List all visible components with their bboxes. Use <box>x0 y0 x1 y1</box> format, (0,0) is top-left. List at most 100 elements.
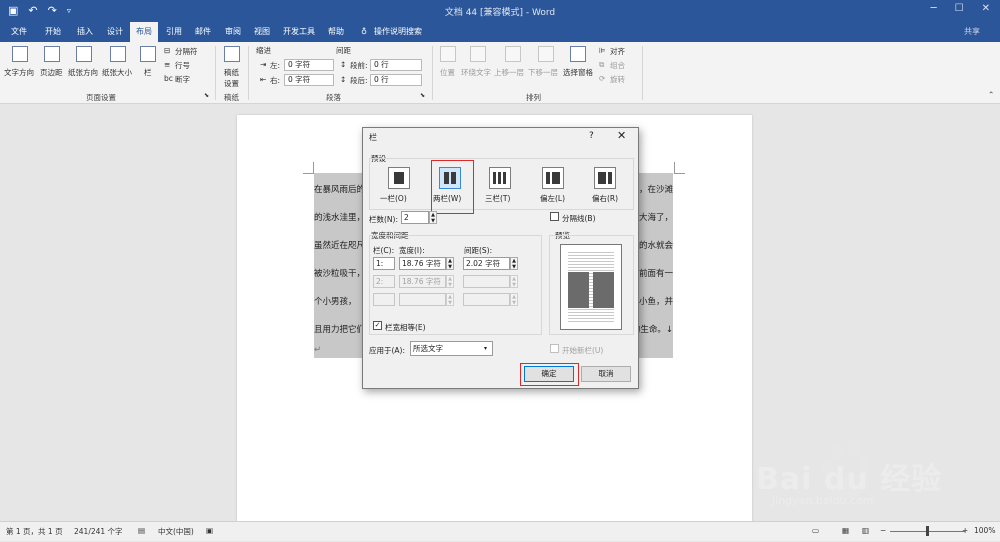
preset-one-label: 一栏(O) <box>380 194 407 203</box>
three-columns-icon-bar <box>498 172 501 184</box>
preview-page <box>560 244 622 330</box>
tab-developer[interactable]: 开发工具 <box>278 22 320 42</box>
indent-left-label: 左: <box>270 61 281 70</box>
tab-design[interactable]: 设计 <box>100 22 130 42</box>
tab-mailings[interactable]: 邮件 <box>188 22 218 42</box>
cancel-button[interactable]: 取消 <box>581 366 631 382</box>
orientation-button[interactable]: 纸张方向 <box>68 67 98 78</box>
tab-file[interactable]: 文件 <box>4 22 34 42</box>
document-title: 文档 44 [兼容模式] - Word <box>444 8 556 18</box>
ribbon-separator <box>432 46 433 100</box>
indent-left-input[interactable]: 0 字符 <box>284 59 334 71</box>
paragraph-launcher-icon[interactable]: ⬊ <box>420 92 425 99</box>
page-count[interactable]: 第 1 页，共 1 页 <box>6 526 63 537</box>
page-size-button[interactable]: 纸张大小 <box>102 67 132 78</box>
tab-home[interactable]: 开始 <box>38 22 68 42</box>
preset-one-column[interactable] <box>388 167 410 189</box>
ribbon: 文字方向 页边距 纸张方向 纸张大小 栏 ⊟ 分隔符 ≡ 行号 bc 断字 页面… <box>0 42 1000 104</box>
line-between-checkbox[interactable] <box>550 212 559 221</box>
num-columns-spinner[interactable]: ▲ ▼ <box>429 211 437 224</box>
col-spacing-input[interactable]: 2.02 字符 <box>463 257 510 270</box>
preset-left[interactable] <box>542 167 564 189</box>
highlight-box-ok <box>520 363 579 386</box>
collapse-ribbon-icon[interactable]: ⌃ <box>988 90 994 99</box>
tab-view[interactable]: 视图 <box>248 22 276 42</box>
col-num-cell <box>373 293 395 306</box>
col-width-input[interactable]: 18.76 字符 <box>399 257 446 270</box>
tab-insert[interactable]: 插入 <box>70 22 100 42</box>
num-columns-label: 栏数(N): <box>369 215 398 224</box>
close-icon[interactable]: ✕ <box>617 129 626 142</box>
col-width-input[interactable]: 18.76 字符 <box>399 275 446 288</box>
hyphenation-button[interactable]: 断字 <box>175 74 190 85</box>
num-columns-input[interactable]: 2 <box>401 211 429 224</box>
align-button[interactable]: 对齐 <box>610 46 625 57</box>
apply-to-select[interactable]: 所选文字 <box>410 341 493 356</box>
language-indicator[interactable]: 中文(中国) <box>158 526 194 537</box>
col-spacing-spinner[interactable]: ▲ ▼ <box>510 257 518 270</box>
margins-button[interactable]: 页边距 <box>40 67 63 78</box>
columns-dialog: 栏 ? ✕ 预设 一栏(O) 两栏(W) 三栏(T) 偏左(L) 偏右(R) 栏… <box>362 127 639 389</box>
space-before-icon: ↕ <box>340 60 347 69</box>
help-button[interactable]: ? <box>589 131 594 141</box>
text-line: 被沙粒吸干， <box>314 269 366 279</box>
tab-references[interactable]: 引用 <box>160 22 188 42</box>
title-bar: ▣ ↶ ↷ ▿ 文档 44 [兼容模式] - Word ─ ☐ ✕ <box>0 0 1000 22</box>
proofing-icon[interactable]: ▤ <box>138 526 145 535</box>
col-spacing-input[interactable] <box>463 293 510 306</box>
maximize-icon[interactable]: ☐ <box>955 3 964 14</box>
bring-forward-button[interactable]: 上移一层 <box>494 67 524 78</box>
wrap-text-button[interactable]: 环绕文字 <box>461 67 491 78</box>
preset-three-columns[interactable] <box>489 167 511 189</box>
draft-group-label: 稿纸 <box>224 93 239 102</box>
selection-pane-button[interactable]: 选择窗格 <box>563 67 593 78</box>
position-button[interactable]: 位置 <box>440 67 455 78</box>
preset-right[interactable] <box>594 167 616 189</box>
text-line: 前面有一 <box>638 269 673 279</box>
three-columns-icon-bar <box>503 172 506 184</box>
equal-width-checkbox[interactable]: ✓ <box>373 321 382 330</box>
rotate-button[interactable]: 旋转 <box>610 74 625 85</box>
col-width-input[interactable] <box>399 293 446 306</box>
col-spacing-input[interactable] <box>463 275 510 288</box>
close-window-icon[interactable]: ✕ <box>982 3 990 14</box>
columns-button[interactable]: 栏 <box>144 67 152 78</box>
col-spacing-spinner[interactable]: ▲ ▼ <box>510 275 518 288</box>
macro-icon[interactable]: ▣ <box>206 526 213 535</box>
crop-mark <box>674 162 675 173</box>
send-backward-button[interactable]: 下移一层 <box>528 67 558 78</box>
space-before-input[interactable]: 0 行 <box>370 59 422 71</box>
indent-right-input[interactable]: 0 字符 <box>284 74 334 86</box>
col-num-cell: 1: <box>373 257 395 270</box>
group-button[interactable]: 组合 <box>610 60 625 71</box>
breaks-button[interactable]: 分隔符 <box>175 46 198 57</box>
space-after-input[interactable]: 0 行 <box>370 74 422 86</box>
col-width-spinner[interactable]: ▲ ▼ <box>446 293 454 306</box>
left-column-icon <box>546 172 550 184</box>
tab-review[interactable]: 审阅 <box>218 22 248 42</box>
minimize-icon[interactable]: ─ <box>931 3 937 14</box>
one-column-icon <box>394 172 404 184</box>
col-width-spinner[interactable]: ▲ ▼ <box>446 257 454 270</box>
tab-help[interactable]: 帮助 <box>322 22 350 42</box>
share-button[interactable]: 共享 <box>952 22 992 42</box>
draft-paper-button[interactable]: 稿纸设置 <box>224 67 244 89</box>
page-setup-launcher-icon[interactable]: ⬊ <box>204 92 209 99</box>
tab-layout[interactable]: 布局 <box>130 22 158 42</box>
start-new-column-checkbox[interactable] <box>550 344 559 353</box>
ribbon-separator <box>642 46 643 100</box>
text-direction-button[interactable]: 文字方向 <box>4 67 34 78</box>
orientation-icon <box>76 46 92 62</box>
word-count[interactable]: 241/241 个字 <box>74 526 123 537</box>
crop-mark <box>674 173 685 174</box>
baidu-watermark: Bai du 经验 jingyan.baidu.com <box>750 430 995 540</box>
page-size-icon <box>110 46 126 62</box>
col-spacing-spinner[interactable]: ▲ ▼ <box>510 293 518 306</box>
line-numbers-button[interactable]: 行号 <box>175 60 190 71</box>
preset-right-label: 偏右(R) <box>592 194 619 203</box>
equal-width-label: 栏宽相等(E) <box>385 323 426 332</box>
col-width-spinner[interactable]: ▲ ▼ <box>446 275 454 288</box>
text-line: 的浅水洼里， <box>314 213 366 223</box>
tell-me-search[interactable]: 操作说明搜索 <box>374 22 434 42</box>
preview-column-right <box>593 272 614 308</box>
